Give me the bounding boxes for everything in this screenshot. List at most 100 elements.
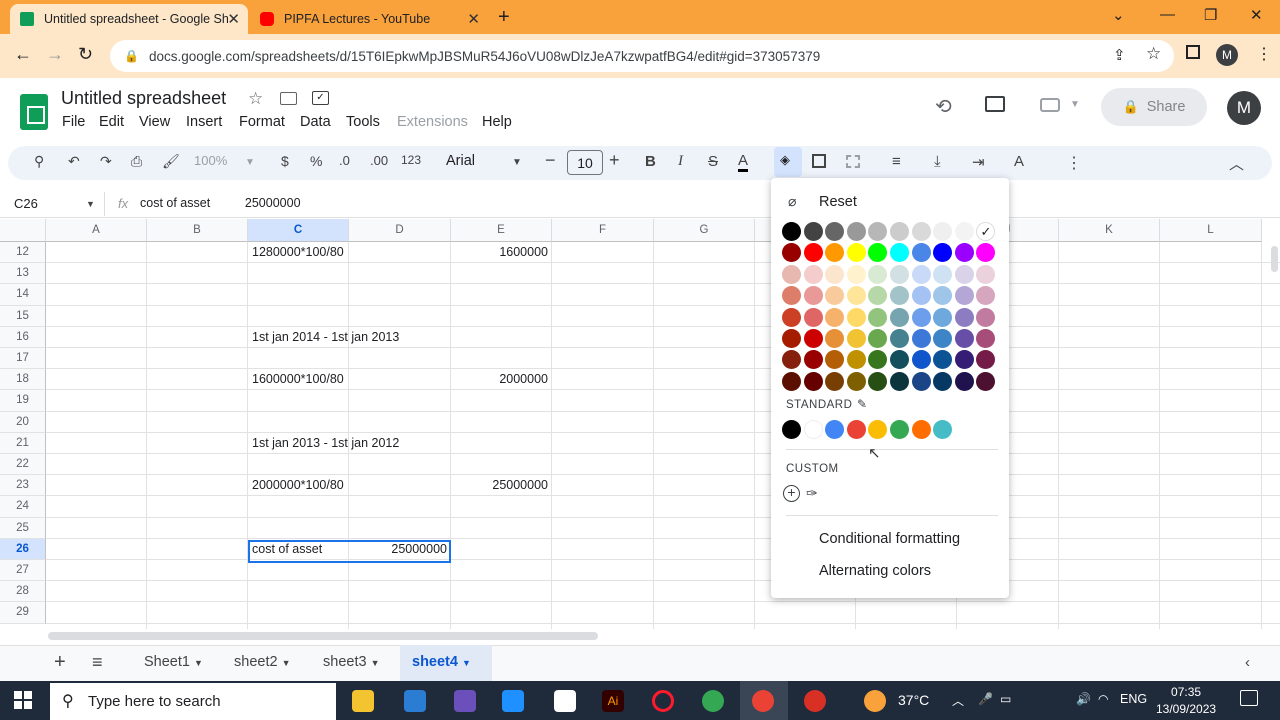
color-swatch[interactable]	[803, 350, 823, 370]
close-tab-icon[interactable]: ✕	[227, 10, 240, 28]
row-header-23[interactable]: 23	[0, 475, 46, 497]
browser-menu-icon[interactable]: ⋮	[1256, 44, 1272, 64]
reset-color-button[interactable]: Reset	[819, 194, 857, 210]
color-swatch[interactable]	[911, 264, 931, 284]
menu-help[interactable]: Help	[482, 114, 512, 130]
color-swatch[interactable]	[954, 286, 974, 306]
column-header-l[interactable]: L	[1160, 219, 1262, 242]
recorder-icon[interactable]	[804, 690, 826, 712]
column-header-e[interactable]: E	[451, 219, 552, 242]
color-swatch[interactable]	[933, 371, 953, 391]
standard-color-swatch[interactable]	[803, 420, 823, 439]
color-swatch[interactable]	[782, 264, 801, 284]
row-header-29[interactable]: 29	[0, 602, 46, 624]
edit-standard-icon[interactable]: ✎	[857, 397, 867, 411]
color-swatch[interactable]	[846, 307, 866, 327]
text-wrap-icon[interactable]: ⇥	[972, 153, 985, 171]
color-swatch[interactable]	[933, 307, 953, 327]
url-input[interactable]: 🔒 docs.google.com/spreadsheets/d/15T6IEp…	[110, 40, 1174, 72]
vertical-align-icon[interactable]: ⤓	[934, 153, 941, 170]
new-tab-button[interactable]: +	[498, 6, 510, 29]
eyedropper-icon[interactable]: ✑	[806, 485, 818, 502]
notepad-icon[interactable]	[554, 690, 576, 712]
column-header-d[interactable]: D	[349, 219, 451, 242]
row-header-15[interactable]: 15	[0, 305, 46, 327]
color-swatch[interactable]	[782, 371, 801, 391]
browser-tab-sheets[interactable]: Untitled spreadsheet - Google Sh ✕	[10, 4, 248, 34]
row-header-17[interactable]: 17	[0, 348, 46, 370]
close-window-button[interactable]: ✕	[1250, 6, 1263, 24]
horizontal-scrollbar[interactable]	[48, 632, 598, 640]
menu-insert[interactable]: Insert	[186, 114, 222, 130]
sheet-nav-left-icon[interactable]: ‹	[1245, 654, 1250, 671]
add-sheet-button[interactable]: +	[54, 651, 66, 674]
account-avatar[interactable]: M	[1227, 91, 1261, 125]
restore-button[interactable]: ❐	[1204, 6, 1217, 24]
row-header-19[interactable]: 19	[0, 390, 46, 412]
color-swatch[interactable]	[911, 329, 931, 348]
text-rotation-icon[interactable]: A	[1014, 153, 1024, 170]
merge-cells-icon[interactable]	[846, 155, 860, 168]
standard-color-swatch[interactable]	[846, 420, 866, 439]
sheet-tab-sheet2[interactable]: sheet2 ▼	[234, 654, 291, 670]
row-header-25[interactable]: 25	[0, 517, 46, 539]
percent-button[interactable]: %	[310, 153, 322, 169]
menu-tools[interactable]: Tools	[346, 114, 380, 130]
conditional-formatting-item[interactable]: Conditional formatting	[819, 531, 960, 547]
color-swatch[interactable]	[846, 222, 866, 241]
strikethrough-button[interactable]: S	[708, 153, 718, 170]
row-header-27[interactable]: 27	[0, 560, 46, 582]
color-swatch[interactable]	[976, 307, 996, 327]
color-swatch[interactable]	[911, 307, 931, 327]
language-indicator[interactable]: ENG	[1120, 692, 1147, 706]
color-swatch[interactable]	[803, 329, 823, 348]
star-icon[interactable]: ☆	[248, 89, 263, 109]
sheets-logo-icon[interactable]	[20, 94, 48, 130]
decrease-font-size-icon[interactable]: −	[545, 150, 556, 171]
font-size-input[interactable]: 10	[567, 150, 603, 175]
decrease-decimal-button[interactable]: .0	[339, 153, 350, 168]
color-swatch[interactable]	[825, 264, 845, 284]
column-header-f[interactable]: F	[552, 219, 654, 242]
undo-icon[interactable]: ↶	[68, 153, 80, 170]
cell-c18[interactable]: 1600000*100/80	[252, 369, 344, 390]
column-header-a[interactable]: A	[46, 219, 147, 242]
color-swatch[interactable]	[803, 243, 823, 263]
cell-e18[interactable]: 2000000	[451, 369, 548, 390]
add-custom-color-icon[interactable]: +	[783, 485, 800, 502]
mail-icon[interactable]	[404, 690, 426, 712]
cell-e12[interactable]: 1600000	[451, 242, 548, 263]
color-swatch[interactable]	[954, 307, 974, 327]
reload-icon[interactable]: ↻	[78, 44, 93, 65]
color-swatch[interactable]	[911, 350, 931, 370]
color-swatch[interactable]	[954, 371, 974, 391]
paint-format-icon[interactable]: 🖌	[162, 153, 180, 170]
cell-c23[interactable]: 2000000*100/80	[252, 475, 344, 496]
color-swatch[interactable]	[825, 307, 845, 327]
color-swatch[interactable]	[911, 243, 931, 263]
formula-input[interactable]: cost of asset 25000000	[140, 196, 301, 210]
color-swatch[interactable]	[868, 307, 888, 327]
bookmark-star-icon[interactable]: ☆	[1146, 44, 1161, 64]
alternating-colors-item[interactable]: Alternating colors	[819, 563, 931, 579]
color-swatch[interactable]	[782, 307, 801, 327]
sheet-tab-sheet1[interactable]: Sheet1 ▼	[144, 654, 203, 670]
taskbar-clock[interactable]: 07:35 13/09/2023	[1156, 684, 1216, 718]
cell-c16[interactable]: 1st jan 2014 - 1st jan 2013	[252, 327, 399, 348]
redo-icon[interactable]: ↷	[100, 153, 112, 170]
row-header-13[interactable]: 13	[0, 263, 46, 285]
cell-c12[interactable]: 1280000*100/80	[252, 242, 344, 263]
color-swatch[interactable]	[782, 222, 801, 241]
menu-extensions[interactable]: Extensions	[397, 114, 468, 130]
currency-button[interactable]: $	[281, 153, 289, 169]
wifi-icon[interactable]: ◠	[1098, 692, 1108, 706]
row-header-16[interactable]: 16	[0, 326, 46, 348]
row-header-24[interactable]: 24	[0, 496, 46, 518]
cell-e23[interactable]: 25000000	[451, 475, 548, 496]
color-swatch[interactable]	[890, 222, 909, 241]
text-color-button[interactable]: A	[738, 153, 749, 172]
temperature[interactable]: 37°C	[898, 692, 929, 708]
forward-icon[interactable]: →	[46, 44, 64, 65]
color-swatch[interactable]	[782, 329, 801, 348]
color-swatch[interactable]	[846, 329, 866, 348]
